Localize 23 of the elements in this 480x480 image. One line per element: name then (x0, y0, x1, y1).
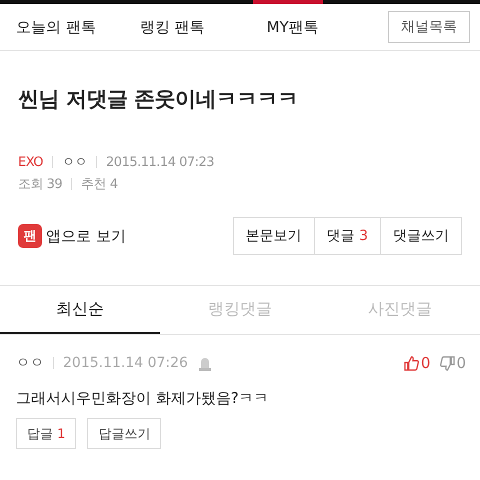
comment-text: 그래서시우민화장이 화제가됐음?ㅋㅋ (16, 388, 270, 409)
sort-tab[interactable]: 최신순 (0, 286, 160, 334)
reply-button[interactable]: 답글 1 (16, 418, 76, 449)
author-name: ㅇㅇ (16, 354, 44, 372)
write-reply-button[interactable]: 답글쓰기 (87, 418, 162, 449)
nav-link[interactable]: MY팬톡 (266, 18, 319, 36)
alarm-icon[interactable] (198, 355, 212, 371)
action-button[interactable]: 본문보기 (232, 217, 315, 255)
view-count: 조회 39 (18, 176, 62, 193)
channel-name[interactable]: EXO (18, 154, 44, 170)
action-button[interactable]: 댓글쓰기 (380, 217, 462, 255)
like-count[interactable]: 0 (404, 354, 430, 372)
author-name: ㅇㅇ (62, 154, 88, 171)
post-date: 2015.11.14 07:23 (106, 154, 214, 170)
app-icon: 팬 (18, 224, 42, 248)
app-link[interactable]: 팬 앱으로 보기 (18, 224, 126, 248)
action-button[interactable]: 댓글 3 (314, 217, 381, 255)
nav-link[interactable]: 오늘의 팬톡 (16, 18, 96, 36)
comment-date: 2015.11.14 07:26 (63, 355, 188, 371)
recommend-count: 추천 4 (81, 176, 118, 193)
nav-link[interactable]: 랭킹 팬톡 (140, 18, 205, 36)
post-title: 씬님 저댓글 존웃이네ㅋㅋㅋㅋ (18, 86, 300, 113)
channel-list-button[interactable]: 채널목록 (388, 11, 470, 43)
